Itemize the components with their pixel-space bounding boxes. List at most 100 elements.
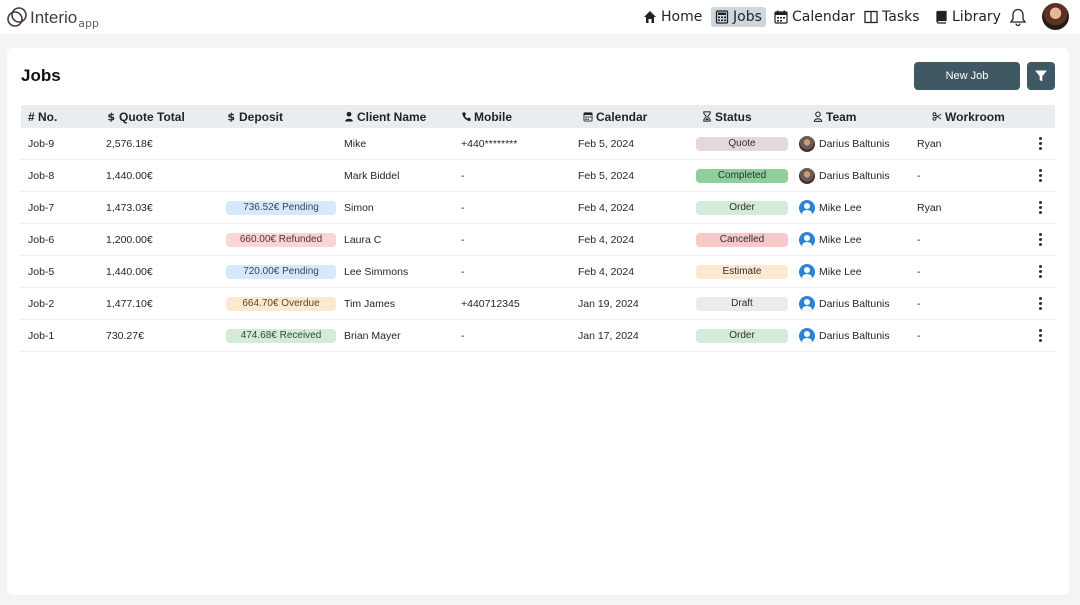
- status-cell: Order: [696, 320, 788, 351]
- nav-calendar-label: Calendar: [792, 9, 855, 25]
- quote-total: 1,473.03€: [106, 201, 153, 214]
- app-logo[interactable]: Interio app: [6, 6, 99, 30]
- team-avatar: [799, 327, 815, 344]
- row-menu-button[interactable]: [1032, 288, 1048, 319]
- jobs-table: # No. $ Quote Total $ Deposit Client Nam…: [21, 105, 1055, 352]
- mobile-number: +440712345: [461, 297, 520, 310]
- mobile-number: -: [461, 201, 465, 214]
- team-avatar: [799, 295, 815, 312]
- columns-icon: [864, 10, 878, 24]
- row-menu-button[interactable]: [1032, 160, 1048, 191]
- new-job-button[interactable]: New Job: [914, 62, 1020, 90]
- team-avatar: [799, 135, 815, 152]
- table-row[interactable]: Job-6 1,200.00€ 660.00€ Refunded Laura C…: [21, 224, 1055, 256]
- job-date: Feb 4, 2024: [578, 201, 635, 214]
- book-icon: [936, 10, 947, 24]
- quote-total: 1,477.10€: [106, 297, 153, 310]
- header-deposit-label: Deposit: [239, 109, 284, 124]
- team-avatar: [799, 263, 815, 280]
- workroom: -: [917, 329, 921, 342]
- table-row[interactable]: Job-5 1,440.00€ 720.00€ Pending Lee Simm…: [21, 256, 1055, 288]
- client-name[interactable]: Lee Simmons: [344, 256, 408, 287]
- row-menu-button[interactable]: [1032, 224, 1048, 255]
- filter-button[interactable]: [1027, 62, 1055, 90]
- table-row[interactable]: Job-1 730.27€ 474.68€ Received Brian May…: [21, 320, 1055, 352]
- status-cell: Estimate: [696, 256, 788, 287]
- status-cell: Completed: [696, 160, 788, 191]
- status-badge: Order: [696, 328, 788, 343]
- header-status[interactable]: Status: [702, 105, 752, 128]
- job-number[interactable]: Job-6: [28, 224, 54, 255]
- header-client-name[interactable]: Client Name: [344, 105, 426, 128]
- mobile-number: -: [461, 233, 465, 246]
- job-date: Jan 19, 2024: [578, 297, 639, 310]
- team-member-name: Darius Baltunis: [819, 329, 890, 342]
- quote-total: 1,200.00€: [106, 233, 153, 246]
- mobile-number: -: [461, 169, 465, 182]
- client-name[interactable]: Tim James: [344, 288, 395, 319]
- nav-library[interactable]: Library: [934, 7, 1001, 27]
- mobile-number: +440********: [461, 137, 518, 150]
- header-calendar[interactable]: Calendar: [583, 105, 647, 128]
- header-quote-total-label: Quote Total: [119, 109, 185, 124]
- row-menu-button[interactable]: [1032, 192, 1048, 223]
- header-no[interactable]: # No.: [28, 105, 57, 128]
- status-badge: Completed: [696, 168, 788, 183]
- quote-total: 2,576.18€: [106, 137, 153, 150]
- workroom: Ryan: [917, 201, 942, 214]
- table-header: # No. $ Quote Total $ Deposit Client Nam…: [21, 105, 1055, 128]
- bell-icon[interactable]: [1008, 7, 1028, 27]
- job-number[interactable]: Job-8: [28, 160, 54, 191]
- calculator-icon: [715, 10, 729, 24]
- page-title: Jobs: [21, 66, 61, 85]
- header-workroom-label: Workroom: [945, 109, 1005, 124]
- nav-tasks[interactable]: Tasks: [864, 7, 920, 27]
- hourglass-icon: [703, 111, 711, 122]
- nav-jobs[interactable]: Jobs: [711, 7, 766, 27]
- team-member-name: Mike Lee: [819, 233, 862, 246]
- nav-home[interactable]: Home: [643, 7, 702, 27]
- header-deposit[interactable]: $ Deposit: [226, 105, 283, 128]
- header-team[interactable]: Team: [813, 105, 856, 128]
- job-number[interactable]: Job-7: [28, 192, 54, 223]
- row-menu-button[interactable]: [1032, 320, 1048, 351]
- table-row[interactable]: Job-8 1,440.00€ Mark Biddel - Feb 5, 202…: [21, 160, 1055, 192]
- job-number[interactable]: Job-2: [28, 288, 54, 319]
- job-number[interactable]: Job-9: [28, 128, 54, 159]
- job-number[interactable]: Job-5: [28, 256, 54, 287]
- header-mobile[interactable]: Mobile: [461, 105, 512, 128]
- table-row[interactable]: Job-7 1,473.03€ 736.52€ Pending Simon - …: [21, 192, 1055, 224]
- team-member-name: Mike Lee: [819, 201, 862, 214]
- status-badge: Draft: [696, 296, 788, 311]
- header-workroom[interactable]: Workroom: [932, 105, 1005, 128]
- workroom: -: [917, 297, 921, 310]
- header-quote-total[interactable]: $ Quote Total: [106, 105, 185, 128]
- team-member: Mike Lee: [799, 256, 862, 287]
- client-name[interactable]: Laura C: [344, 224, 381, 255]
- job-date: Feb 4, 2024: [578, 265, 635, 278]
- team-member: Mike Lee: [799, 192, 862, 223]
- table-row[interactable]: Job-9 2,576.18€ Mike +440******** Feb 5,…: [21, 128, 1055, 160]
- filter-icon: [1035, 70, 1047, 82]
- team-member: Mike Lee: [799, 224, 862, 255]
- header-team-label: Team: [826, 109, 857, 124]
- job-number[interactable]: Job-1: [28, 320, 54, 351]
- client-name[interactable]: Mike: [344, 128, 366, 159]
- status-cell: Draft: [696, 288, 788, 319]
- row-menu-button[interactable]: [1032, 256, 1048, 287]
- deposit-cell: 474.68€ Received: [226, 320, 336, 351]
- client-name[interactable]: Mark Biddel: [344, 160, 399, 191]
- deposit-cell: 720.00€ Pending: [226, 256, 336, 287]
- client-name[interactable]: Simon: [344, 192, 374, 223]
- client-name[interactable]: Brian Mayer: [344, 320, 401, 351]
- job-date: Feb 4, 2024: [578, 233, 635, 246]
- workroom: -: [917, 169, 921, 182]
- nav-calendar[interactable]: Calendar: [774, 7, 855, 27]
- nav-jobs-label: Jobs: [733, 9, 762, 25]
- table-row[interactable]: Job-2 1,477.10€ 664.70€ Overdue Tim Jame…: [21, 288, 1055, 320]
- row-menu-button[interactable]: [1032, 128, 1048, 159]
- status-badge: Estimate: [696, 264, 788, 279]
- user-avatar[interactable]: [1042, 3, 1069, 30]
- header-no-label: # No.: [28, 109, 58, 124]
- deposit-cell: 736.52€ Pending: [226, 192, 336, 223]
